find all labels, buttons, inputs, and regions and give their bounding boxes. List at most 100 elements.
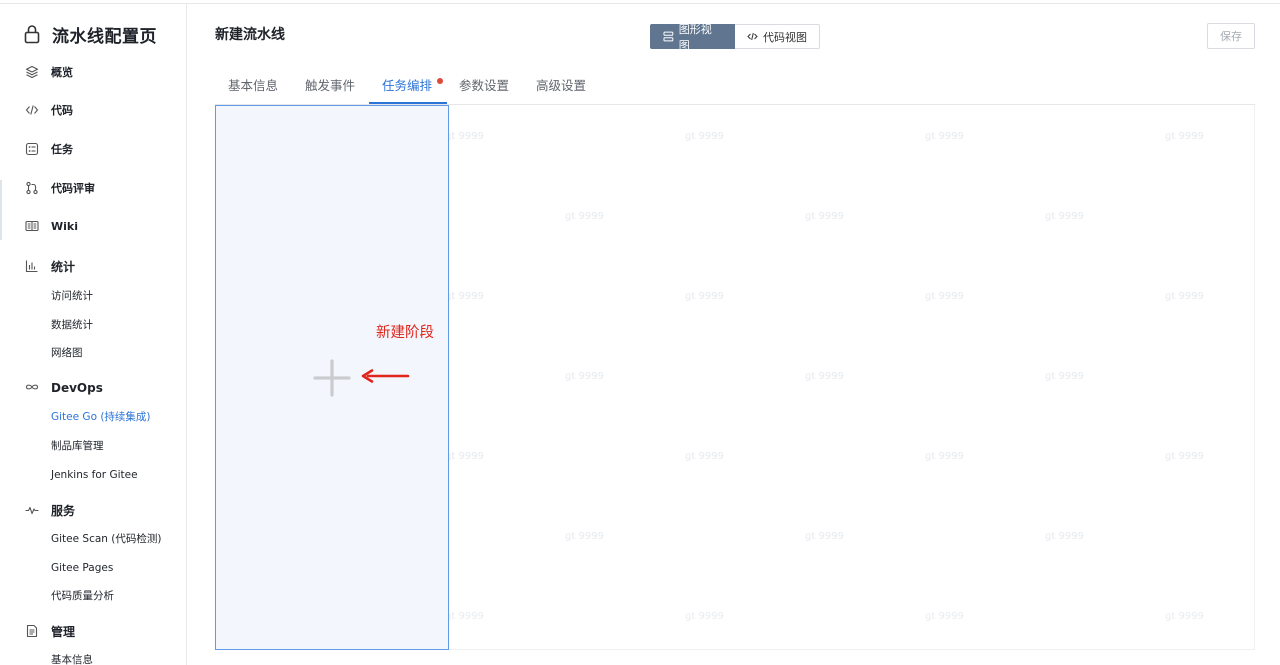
watermark-text: gt 9999 (565, 531, 604, 542)
watermark-text: gt 9999 (685, 131, 724, 142)
tab-bar: 基本信息 触发事件 任务编排 参数设置 高级设置 (215, 74, 1255, 105)
sidebar-subitem-network-graph[interactable]: 网络图 (51, 344, 83, 362)
watermark-text: gt 9999 (1165, 451, 1204, 462)
sidebar-item-tasks[interactable]: 任务 (0, 139, 186, 161)
sidebar-subitem-code-quality[interactable]: 代码质量分析 (51, 587, 114, 605)
project-header: 流水线配置页 (24, 22, 157, 47)
sidebar-group-manage[interactable]: 管理 (0, 621, 186, 643)
watermark-text: gt 9999 (805, 371, 844, 382)
save-button[interactable]: 保存 (1207, 23, 1255, 49)
watermark-text: gt 9999 (805, 211, 844, 222)
watermark-text: gt 9999 (1165, 131, 1204, 142)
watermark-text: gt 9999 (445, 451, 484, 462)
watermark-text: gt 9999 (565, 371, 604, 382)
bar-chart-icon (25, 260, 38, 273)
tab-task-orchestration[interactable]: 任务编排 (382, 74, 432, 105)
watermark-text: gt 9999 (925, 131, 964, 142)
watermark-text: gt 9999 (1045, 531, 1084, 542)
watermark-text: gt 9999 (1165, 291, 1204, 302)
sidebar-subitem-visit-stats[interactable]: 访问统计 (51, 287, 93, 305)
sidebar-group-label: 统计 (51, 260, 76, 274)
sidebar-item-wiki[interactable]: Wiki (0, 216, 186, 238)
watermark-text: gt 9999 (925, 451, 964, 462)
watermark-text: gt 9999 (1165, 291, 1204, 302)
watermark-text: gt 9999 (925, 291, 964, 302)
arrow-left-icon (361, 369, 410, 383)
sidebar-group-label: 管理 (51, 625, 76, 639)
watermark-text: gt 9999 (565, 531, 604, 542)
sidebar-item-code-review[interactable]: 代码评审 (0, 178, 186, 200)
sidebar-group-stats[interactable]: 统计 (0, 256, 186, 278)
code-view-button[interactable]: 代码视图 (735, 24, 820, 49)
watermark-text: gt 9999 (1045, 211, 1084, 222)
sidebar-group-label: 服务 (51, 504, 76, 518)
sidebar-subitem-gitee-go[interactable]: Gitee Go (持续集成) (51, 408, 151, 426)
watermark-text: gt 9999 (925, 131, 964, 142)
watermark-text: gt 9999 (1045, 531, 1084, 542)
watermark-text: gt 9999 (805, 371, 844, 382)
sidebar-subitem-gitee-scan[interactable]: Gitee Scan (代码检测) (51, 530, 162, 548)
watermark-text: gt 9999 (445, 131, 484, 142)
watermark-text: gt 9999 (1165, 451, 1204, 462)
watermark-text: gt 9999 (445, 611, 484, 622)
watermark-text: gt 9999 (565, 211, 604, 222)
watermark-text: gt 9999 (805, 531, 844, 542)
watermark-text: gt 9999 (685, 451, 724, 462)
code-icon (25, 105, 39, 115)
watermark-text: gt 9999 (445, 451, 484, 462)
sidebar-subitem-data-stats[interactable]: 数据统计 (51, 316, 93, 334)
sidebar-item-overview[interactable]: 概览 (0, 62, 186, 84)
new-stage-column[interactable] (215, 105, 449, 650)
tab-basic-info[interactable]: 基本信息 (228, 74, 278, 105)
tab-notification-dot (437, 78, 443, 84)
sidebar-group-devops[interactable]: DevOps (0, 377, 186, 399)
sidebar-item-label: 概览 (51, 66, 73, 79)
sidebar-subitem-artifact-repo[interactable]: 制品库管理 (51, 437, 104, 455)
lock-icon (24, 25, 40, 44)
watermark-text: gt 9999 (925, 291, 964, 302)
annotation-new-stage: 新建阶段 (376, 325, 434, 341)
watermark-text: gt 9999 (805, 531, 844, 542)
sidebar-group-label: DevOps (51, 381, 103, 395)
watermark-text: gt 9999 (445, 291, 484, 302)
watermark-text: gt 9999 (445, 291, 484, 302)
document-icon (26, 624, 38, 638)
sidebar-item-label: Wiki (51, 220, 78, 233)
sidebar-item-code[interactable]: 代码 (0, 100, 186, 122)
code-view-icon (747, 32, 758, 41)
pulse-icon (25, 506, 39, 515)
sidebar-item-label: 代码 (51, 104, 73, 117)
tab-parameters[interactable]: 参数设置 (459, 74, 509, 105)
plus-icon (313, 359, 351, 397)
layers-icon (25, 65, 39, 79)
project-title: 流水线配置页 (52, 26, 157, 47)
sidebar: 流水线配置页 概览 代码 任务 代码评审 Wiki 统计 访问统计 数据统计 网… (0, 4, 187, 665)
watermark-text: gt 9999 (1045, 371, 1084, 382)
watermark-text: gt 9999 (1045, 211, 1084, 222)
page-title: 新建流水线 (215, 27, 285, 43)
graph-view-label: 图形视图 (678, 22, 712, 52)
watermark-text: gt 9999 (685, 291, 724, 302)
active-tab-underline (369, 102, 447, 104)
watermark-text: gt 9999 (925, 611, 964, 622)
watermark-text: gt 9999 (565, 211, 604, 222)
graph-view-button[interactable]: 图形视图 (650, 23, 735, 52)
watermark-text: gt 9999 (1165, 611, 1204, 622)
sidebar-item-label: 代码评审 (51, 182, 95, 195)
sidebar-subitem-basic-info[interactable]: 基本信息 (51, 651, 93, 665)
tab-trigger-events[interactable]: 触发事件 (305, 74, 355, 105)
watermark-text: gt 9999 (685, 291, 724, 302)
watermark-text: gt 9999 (1045, 371, 1084, 382)
watermark-text: gt 9999 (445, 131, 484, 142)
watermark-text: gt 9999 (805, 211, 844, 222)
infinity-icon (25, 384, 39, 390)
sidebar-subitem-jenkins[interactable]: Jenkins for Gitee (51, 466, 138, 484)
code-view-label: 代码视图 (763, 30, 807, 44)
watermark-text: gt 9999 (1165, 131, 1204, 142)
tab-advanced-settings[interactable]: 高级设置 (536, 74, 586, 105)
window-top-border (0, 0, 1280, 4)
sidebar-group-service[interactable]: 服务 (0, 500, 186, 522)
sidebar-item-label: 任务 (51, 143, 73, 156)
sidebar-subitem-gitee-pages[interactable]: Gitee Pages (51, 559, 113, 577)
watermark-text: gt 9999 (565, 371, 604, 382)
